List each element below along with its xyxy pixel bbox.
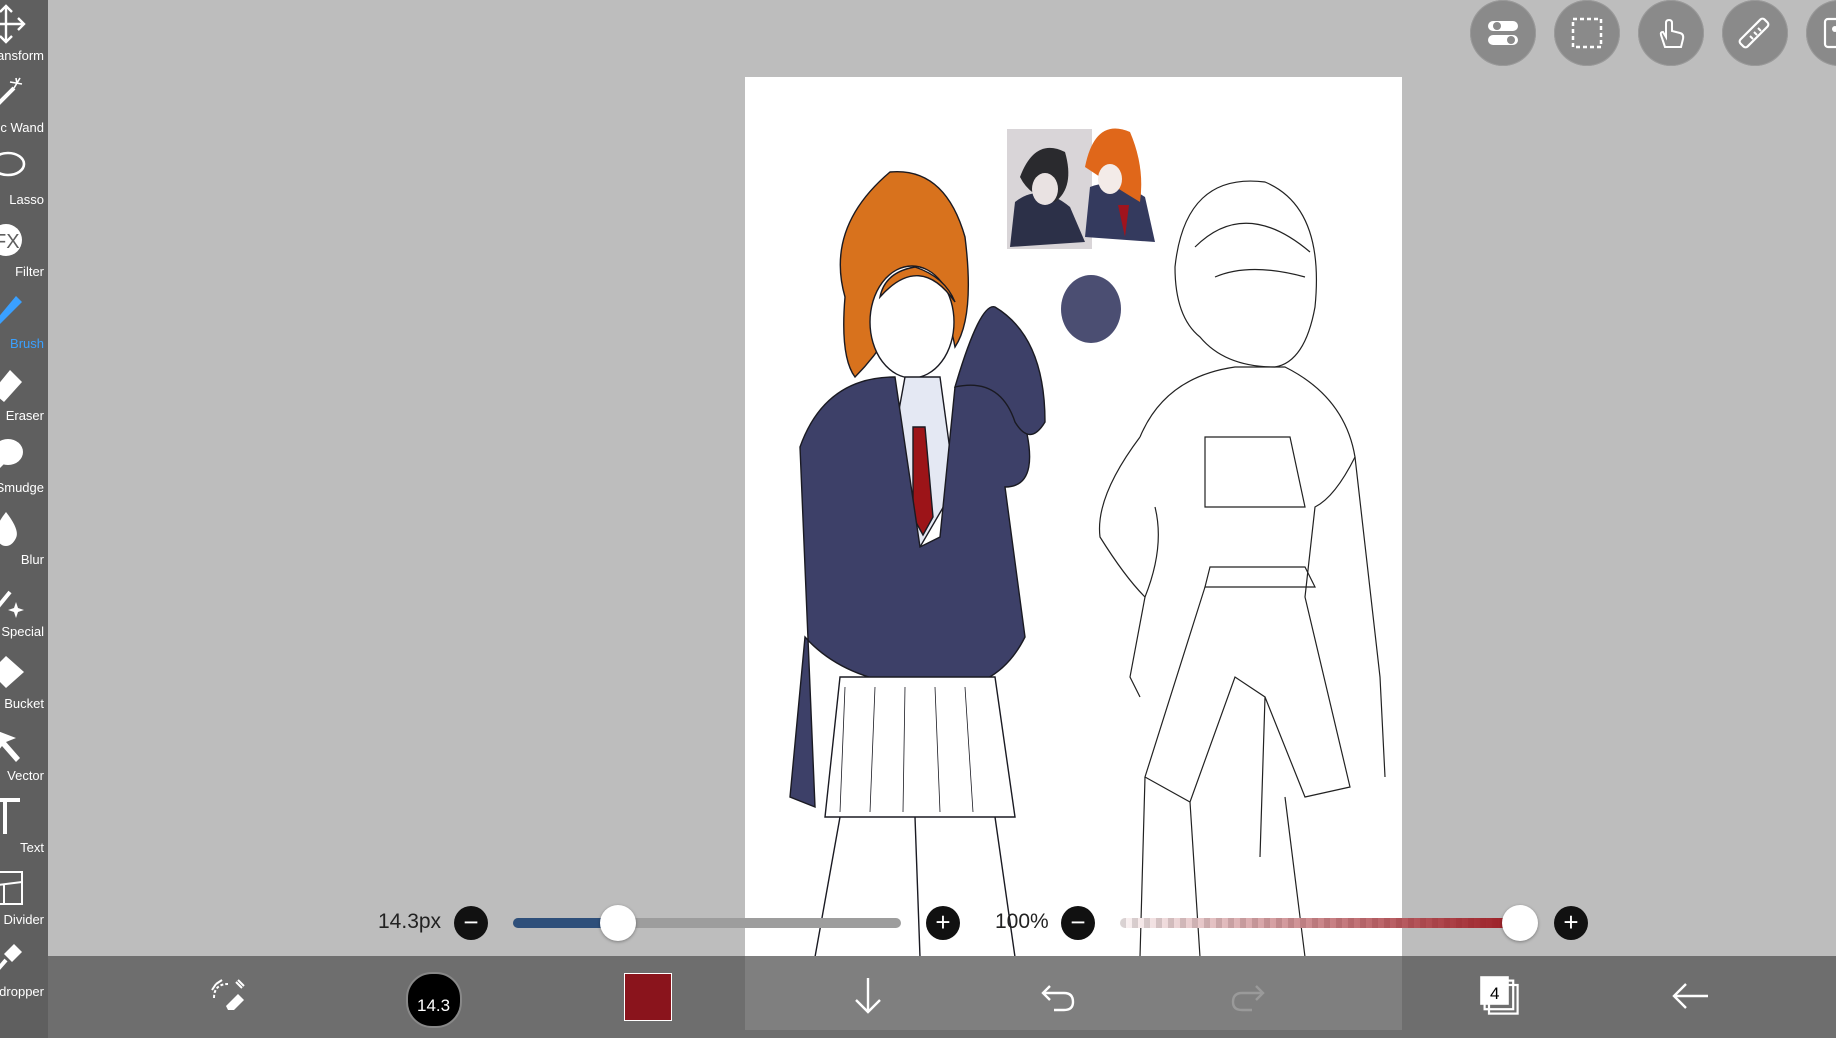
tool-magic-wand[interactable]: Magic Wand xyxy=(0,72,48,144)
layers-icon xyxy=(1480,976,1519,1015)
tool-eraser[interactable]: Eraser xyxy=(0,360,48,432)
tool-smudge[interactable]: Smudge xyxy=(0,432,48,504)
tool-blur[interactable]: Blur xyxy=(0,504,48,576)
brush-size-thumb[interactable] xyxy=(599,905,636,941)
tool-vector[interactable]: Vector xyxy=(0,720,48,792)
material-button[interactable] xyxy=(1806,0,1836,66)
brush-size-label: 14.3px xyxy=(378,910,442,933)
back-button[interactable] xyxy=(1658,956,1718,1038)
opacity-increase-button[interactable]: + xyxy=(1554,906,1588,940)
left-toolbar: Transform Magic Wand Lasso FX Filter Brush Era… xyxy=(0,0,48,1038)
tool-transform[interactable]: Transform xyxy=(0,0,48,72)
tool-label: Text xyxy=(20,840,44,855)
bucket-icon xyxy=(0,656,24,688)
plus-icon: + xyxy=(935,907,951,937)
bottom-bar: 14.3 4 xyxy=(48,956,1836,1038)
tool-label: Eyedropper xyxy=(0,984,44,999)
selection-icon xyxy=(1571,17,1603,49)
lasso-icon xyxy=(0,151,26,177)
redo-icon xyxy=(1231,985,1265,1012)
tool-label: Special xyxy=(1,624,44,639)
hand-touch-icon xyxy=(1659,18,1685,48)
magic-wand-icon xyxy=(0,77,23,105)
tool-frame-divider[interactable]: Frame Divider xyxy=(0,864,48,936)
layers-count: 4 xyxy=(1490,984,1500,1003)
vector-arrow-icon xyxy=(0,731,20,762)
minus-icon: − xyxy=(1070,907,1086,937)
opacity-thumb[interactable] xyxy=(1502,905,1538,941)
brush-size-button[interactable]: 14.3 xyxy=(403,956,463,1038)
tool-label: Eraser xyxy=(5,408,44,423)
ruler-icon xyxy=(1738,17,1770,49)
reference-thumbnail xyxy=(1007,128,1155,249)
character-right xyxy=(1098,180,1386,957)
plus-icon: + xyxy=(1563,907,1579,937)
tool-eyedropper[interactable]: Eyedropper xyxy=(0,936,48,1008)
undo-icon xyxy=(1041,985,1075,1012)
toggle-icon xyxy=(1488,21,1518,45)
ruler-button[interactable] xyxy=(1722,0,1788,66)
tool-label: Blur xyxy=(20,552,44,567)
eraser-icon xyxy=(0,370,22,402)
opacity-decrease-button[interactable]: − xyxy=(1061,906,1095,940)
brush-size-increase-button[interactable]: + xyxy=(926,906,960,940)
character-left xyxy=(789,171,1046,957)
tool-label: Smudge xyxy=(0,480,44,495)
tool-label: Transform xyxy=(0,48,44,63)
brush-size-badge: 14.3 xyxy=(417,996,451,1015)
brush-icon xyxy=(0,296,22,324)
tool-label: Brush xyxy=(10,336,44,351)
color-blob xyxy=(1061,275,1121,343)
tool-label: Bucket xyxy=(4,696,44,711)
smudge-icon xyxy=(0,439,23,468)
tool-filter[interactable]: FX Filter xyxy=(0,216,48,288)
opacity-track[interactable] xyxy=(1120,918,1520,928)
special-brush-icon xyxy=(0,590,24,618)
tool-label: Lasso xyxy=(9,192,44,207)
opacity-label: 100% xyxy=(995,910,1049,933)
undo-button[interactable] xyxy=(1028,956,1088,1038)
eraser-swap-icon xyxy=(211,979,245,1010)
tool-label: Filter xyxy=(15,264,44,279)
color-button[interactable] xyxy=(618,956,678,1038)
download-button[interactable] xyxy=(838,956,898,1038)
svg-text:FX: FX xyxy=(0,231,20,253)
tool-text[interactable]: Text xyxy=(0,792,48,864)
blur-drop-icon xyxy=(0,512,17,546)
frame-divider-icon xyxy=(0,871,23,905)
arrow-left-icon xyxy=(1672,983,1708,1009)
hand-tool-button[interactable] xyxy=(1638,0,1704,66)
tool-brush[interactable]: Brush xyxy=(0,288,48,360)
tool-special[interactable]: Special xyxy=(0,576,48,648)
swap-eraser-button[interactable] xyxy=(198,956,258,1038)
selection-button[interactable] xyxy=(1554,0,1620,66)
minus-icon: − xyxy=(463,907,479,937)
tool-lasso[interactable]: Lasso xyxy=(0,144,48,216)
layers-button[interactable]: 4 xyxy=(1468,956,1528,1038)
tool-bucket[interactable]: Bucket xyxy=(0,648,48,720)
current-color-swatch xyxy=(624,973,672,1021)
drawing-canvas[interactable] xyxy=(745,77,1402,957)
tool-label: Vector xyxy=(7,768,44,783)
toggle-settings-button[interactable] xyxy=(1470,0,1536,66)
fx-icon: FX xyxy=(0,224,22,256)
brush-size-decrease-button[interactable]: − xyxy=(454,906,488,940)
artwork xyxy=(789,128,1386,957)
arrow-down-icon xyxy=(855,978,881,1014)
tool-label: Magic Wand xyxy=(0,120,44,135)
move-icon xyxy=(0,4,26,44)
material-icon xyxy=(1823,17,1836,49)
eyedropper-icon xyxy=(0,944,22,970)
text-icon xyxy=(0,798,20,834)
tool-label: Frame Divider xyxy=(0,912,44,927)
redo-button[interactable] xyxy=(1218,956,1278,1038)
